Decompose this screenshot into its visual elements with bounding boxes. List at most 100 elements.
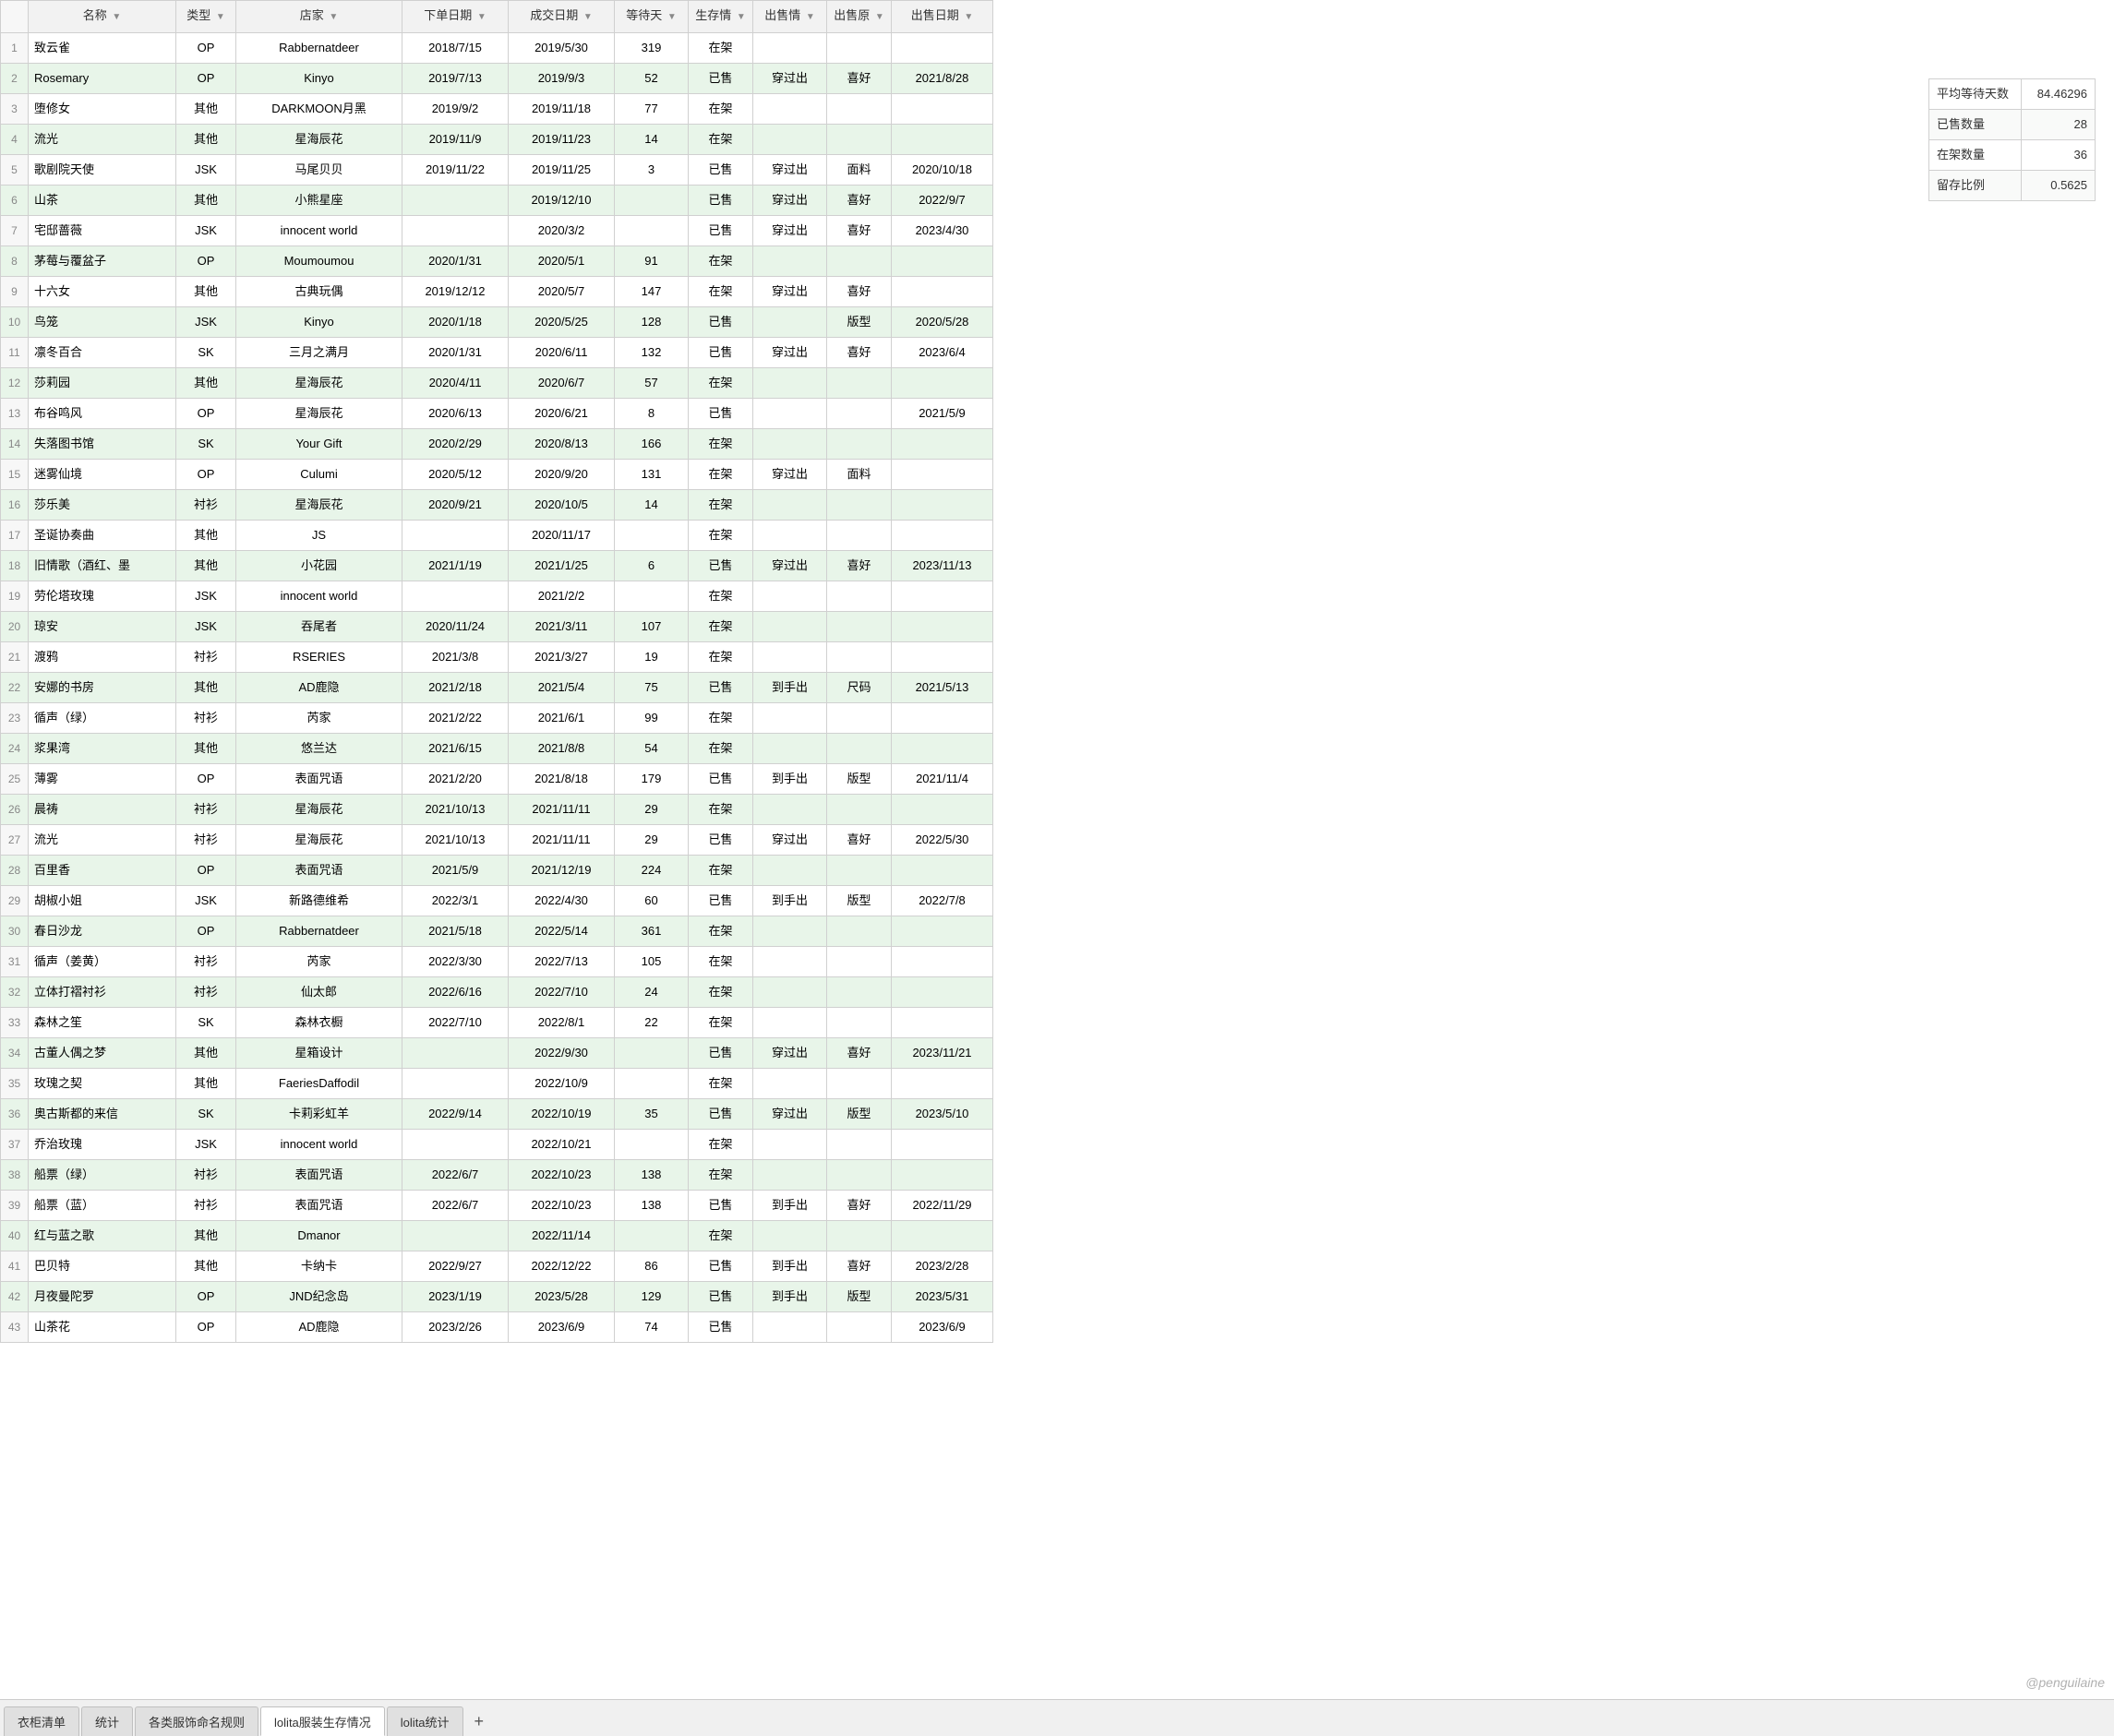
- cell-sell_reason: [827, 916, 892, 947]
- tab-衣柜清单[interactable]: 衣柜清单: [4, 1706, 79, 1736]
- tab-lolita统计[interactable]: lolita统计: [387, 1706, 463, 1736]
- cell-stock: 在架: [689, 703, 753, 734]
- table-row[interactable]: 40红与蓝之歌其他Dmanor2022/11/14在架: [1, 1221, 993, 1251]
- spreadsheet[interactable]: 名称 ▼ 类型 ▼ 店家 ▼ 下单日期 ▼ 成交日期 ▼: [0, 0, 2114, 1699]
- table-row[interactable]: 1致云雀OPRabbernatdeer2018/7/152019/5/30319…: [1, 33, 993, 64]
- table-row[interactable]: 6山茶其他小熊星座2019/12/10已售穿过出喜好2022/9/7: [1, 186, 993, 216]
- table-row[interactable]: 14失落图书馆SKYour Gift2020/2/292020/8/13166在…: [1, 429, 993, 460]
- table-row[interactable]: 33森林之笙SK森林衣橱2022/7/102022/8/122在架: [1, 1008, 993, 1038]
- table-row[interactable]: 9十六女其他古典玩偶2019/12/122020/5/7147在架穿过出喜好: [1, 277, 993, 307]
- table-row[interactable]: 35玫瑰之契其他FaeriesDaffodil2022/10/9在架: [1, 1069, 993, 1099]
- table-row[interactable]: 31循声（姜黄）衬衫芮家2022/3/302022/7/13105在架: [1, 947, 993, 977]
- table-row[interactable]: 23循声（绿）衬衫芮家2021/2/222021/6/199在架: [1, 703, 993, 734]
- col-deal-header[interactable]: 成交日期 ▼: [509, 1, 615, 33]
- col-sell-date-header[interactable]: 出售日期 ▼: [892, 1, 993, 33]
- cell-name: 十六女: [29, 277, 176, 307]
- filter-arrow-stock[interactable]: ▼: [737, 5, 746, 30]
- cell-order_date: 2019/11/22: [402, 155, 509, 186]
- cell-order_date: 2023/2/26: [402, 1312, 509, 1343]
- col-sell-reason-header[interactable]: 出售原 ▼: [827, 1, 892, 33]
- filter-arrow-sell-reason[interactable]: ▼: [875, 5, 884, 30]
- table-row[interactable]: 22安娜的书房其他AD鹿隐2021/2/182021/5/475已售到手出尺码2…: [1, 673, 993, 703]
- table-row[interactable]: 2RosemaryOPKinyo2019/7/132019/9/352已售穿过出…: [1, 64, 993, 94]
- table-row[interactable]: 42月夜曼陀罗OPJND纪念岛2023/1/192023/5/28129已售到手…: [1, 1282, 993, 1312]
- table-row[interactable]: 38船票（绿）衬衫表面咒语2022/6/72022/10/23138在架: [1, 1160, 993, 1191]
- cell-sell_info: [753, 307, 827, 338]
- filter-arrow-wait[interactable]: ▼: [667, 5, 677, 30]
- cell-store: 星海辰花: [236, 795, 402, 825]
- table-row[interactable]: 4流光其他星海辰花2019/11/92019/11/2314在架: [1, 125, 993, 155]
- table-row[interactable]: 20琼安JSK吞尾者2020/11/242021/3/11107在架: [1, 612, 993, 642]
- table-row[interactable]: 28百里香OP表面咒语2021/5/92021/12/19224在架: [1, 856, 993, 886]
- table-row[interactable]: 24浆果湾其他悠兰达2021/6/152021/8/854在架: [1, 734, 993, 764]
- cell-sell_reason: [827, 856, 892, 886]
- table-row[interactable]: 36奥古斯都的来信SK卡莉彩虹羊2022/9/142022/10/1935已售穿…: [1, 1099, 993, 1130]
- cell-sell_date: [892, 1069, 993, 1099]
- table-row[interactable]: 34古董人偶之梦其他星箱设计2022/9/30已售穿过出喜好2023/11/21: [1, 1038, 993, 1069]
- table-row[interactable]: 43山茶花OPAD鹿隐2023/2/262023/6/974已售2023/6/9: [1, 1312, 993, 1343]
- table-row[interactable]: 10鸟笼JSKKinyo2020/1/182020/5/25128已售版型202…: [1, 307, 993, 338]
- cell-wait_days: 319: [615, 33, 689, 64]
- cell-deal_date: 2020/6/11: [509, 338, 615, 368]
- cell-stock: 已售: [689, 399, 753, 429]
- table-row[interactable]: 18旧情歌（酒红、墨其他小花园2021/1/192021/1/256已售穿过出喜…: [1, 551, 993, 581]
- cell-store: JND纪念岛: [236, 1282, 402, 1312]
- filter-arrow-deal[interactable]: ▼: [583, 5, 593, 30]
- table-row[interactable]: 15迷雾仙境OPCulumi2020/5/122020/9/20131在架穿过出…: [1, 460, 993, 490]
- cell-sell_date: 2021/5/9: [892, 399, 993, 429]
- col-store-header[interactable]: 店家 ▼: [236, 1, 402, 33]
- table-row[interactable]: 17圣诞协奏曲其他JS2020/11/17在架: [1, 521, 993, 551]
- table-row[interactable]: 16莎乐美衬衫星海辰花2020/9/212020/10/514在架: [1, 490, 993, 521]
- table-row[interactable]: 7宅邸蔷薇JSKinnocent world2020/3/2已售穿过出喜好202…: [1, 216, 993, 246]
- table-row[interactable]: 8茅莓与覆盆子OPMoumoumou2020/1/312020/5/191在架: [1, 246, 993, 277]
- table-row[interactable]: 27流光衬衫星海辰花2021/10/132021/11/1129已售穿过出喜好2…: [1, 825, 993, 856]
- table-row[interactable]: 3堕修女其他DARKMOON月黑2019/9/22019/11/1877在架: [1, 94, 993, 125]
- col-type-header[interactable]: 类型 ▼: [176, 1, 236, 33]
- cell-store: RSERIES: [236, 642, 402, 673]
- filter-arrow-order[interactable]: ▼: [477, 5, 486, 30]
- filter-arrow-sell-info[interactable]: ▼: [806, 5, 815, 30]
- table-row[interactable]: 32立体打褶衬衫衬衫仙太郎2022/6/162022/7/1024在架: [1, 977, 993, 1008]
- col-wait-header[interactable]: 等待天 ▼: [615, 1, 689, 33]
- filter-arrow-name[interactable]: ▼: [112, 5, 121, 30]
- cell-type: 衬衫: [176, 1191, 236, 1221]
- col-order-header[interactable]: 下单日期 ▼: [402, 1, 509, 33]
- filter-arrow-sell-date[interactable]: ▼: [964, 5, 973, 30]
- cell-sell_info: [753, 703, 827, 734]
- table-row[interactable]: 26晨祷衬衫星海辰花2021/10/132021/11/1129在架: [1, 795, 993, 825]
- cell-wait_days: 128: [615, 307, 689, 338]
- add-tab-button[interactable]: +: [465, 1706, 494, 1736]
- cell-store: Moumoumou: [236, 246, 402, 277]
- table-row[interactable]: 21渡鸦衬衫RSERIES2021/3/82021/3/2719在架: [1, 642, 993, 673]
- cell-sell_info: [753, 856, 827, 886]
- tab-统计[interactable]: 统计: [81, 1706, 133, 1736]
- table-row[interactable]: 11凛冬百合SK三月之满月2020/1/312020/6/11132已售穿过出喜…: [1, 338, 993, 368]
- table-row[interactable]: 37乔治玫瑰JSKinnocent world2022/10/21在架: [1, 1130, 993, 1160]
- table-row[interactable]: 25薄雾OP表面咒语2021/2/202021/8/18179已售到手出版型20…: [1, 764, 993, 795]
- table-row[interactable]: 19劳伦塔玫瑰JSKinnocent world2021/2/2在架: [1, 581, 993, 612]
- table-row[interactable]: 29胡椒小姐JSK新路德维希2022/3/12022/4/3060已售到手出版型…: [1, 886, 993, 916]
- cell-store: 古典玩偶: [236, 277, 402, 307]
- filter-arrow-store[interactable]: ▼: [329, 5, 338, 30]
- on-shelf-value: 36: [2022, 140, 2096, 171]
- cell-wait_days: [615, 1038, 689, 1069]
- cell-sell_date: [892, 795, 993, 825]
- cell-sell_info: 穿过出: [753, 1038, 827, 1069]
- row-number: 3: [1, 94, 29, 125]
- table-row[interactable]: 41巴贝特其他卡纳卡2022/9/272022/12/2286已售到手出喜好20…: [1, 1251, 993, 1282]
- cell-type: OP: [176, 1282, 236, 1312]
- col-name-header[interactable]: 名称 ▼: [29, 1, 176, 33]
- col-sell-info-header[interactable]: 出售情 ▼: [753, 1, 827, 33]
- watermark: @penguilaine: [2025, 1675, 2105, 1690]
- filter-arrow-type[interactable]: ▼: [216, 5, 225, 30]
- tab-lolita服装生存情况[interactable]: lolita服装生存情况: [260, 1706, 385, 1736]
- table-row[interactable]: 12莎莉园其他星海辰花2020/4/112020/6/757在架: [1, 368, 993, 399]
- stats-panel: 平均等待天数 84.46296 已售数量 28 在架数量 36 留存比例 0.5…: [1928, 78, 2096, 201]
- tab-各类服饰命名规则[interactable]: 各类服饰命名规则: [135, 1706, 258, 1736]
- cell-sell_reason: [827, 1069, 892, 1099]
- table-row[interactable]: 13布谷鸣风OP星海辰花2020/6/132020/6/218已售2021/5/…: [1, 399, 993, 429]
- col-stock-header[interactable]: 生存情 ▼: [689, 1, 753, 33]
- table-row[interactable]: 5歌剧院天使JSK马尾贝贝2019/11/222019/11/253已售穿过出面…: [1, 155, 993, 186]
- table-row[interactable]: 39船票（蓝）衬衫表面咒语2022/6/72022/10/23138已售到手出喜…: [1, 1191, 993, 1221]
- table-row[interactable]: 30春日沙龙OPRabbernatdeer2021/5/182022/5/143…: [1, 916, 993, 947]
